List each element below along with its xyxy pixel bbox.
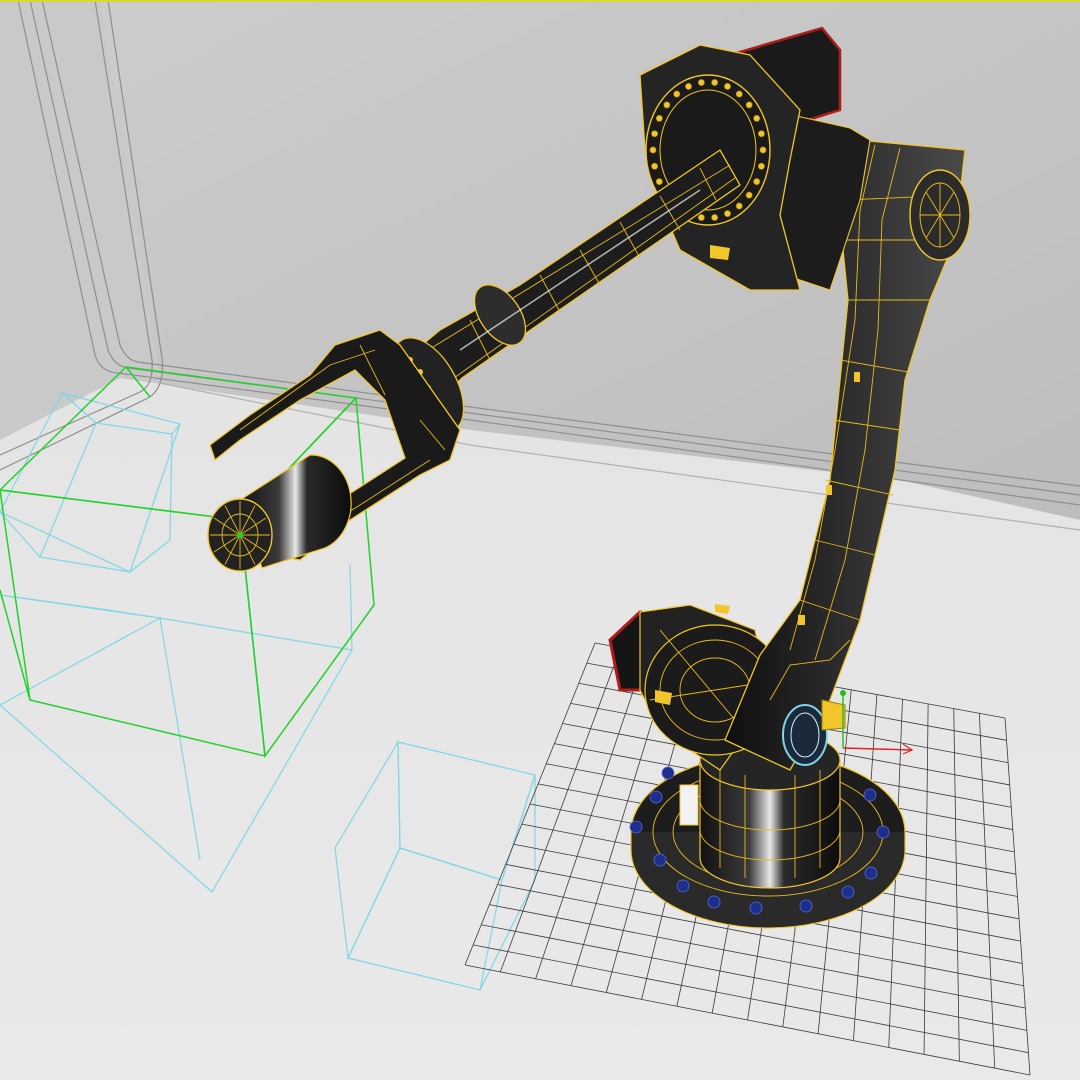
flange-bolt [697,78,705,86]
flange-bolt [753,114,761,122]
flange-bolt [649,146,657,154]
flange-bolt [724,82,732,90]
flange-bolt [724,210,732,218]
flange-bolt [711,214,719,222]
flange-bolt [745,101,753,109]
3d-viewport[interactable] [0,0,1080,1080]
flange-bolt [735,90,743,98]
flange-bolt [745,191,753,199]
flange-bolt [651,130,659,138]
flange-bolt [759,146,767,154]
flange-bolt [735,202,743,210]
flange-bolt [711,78,719,86]
flange-bolt [655,178,663,186]
flange-bolt [673,90,681,98]
flange-bolt [655,114,663,122]
flange-bolt [663,101,671,109]
flange-bolt [684,82,692,90]
viewport-canvas[interactable] [0,0,1080,1080]
flange-bolt [753,178,761,186]
gizmo-pivot[interactable] [840,690,846,696]
flange-bolt [757,162,765,170]
flange-bolt [651,162,659,170]
flange-bolt [697,214,705,222]
flange-bolt [757,130,765,138]
